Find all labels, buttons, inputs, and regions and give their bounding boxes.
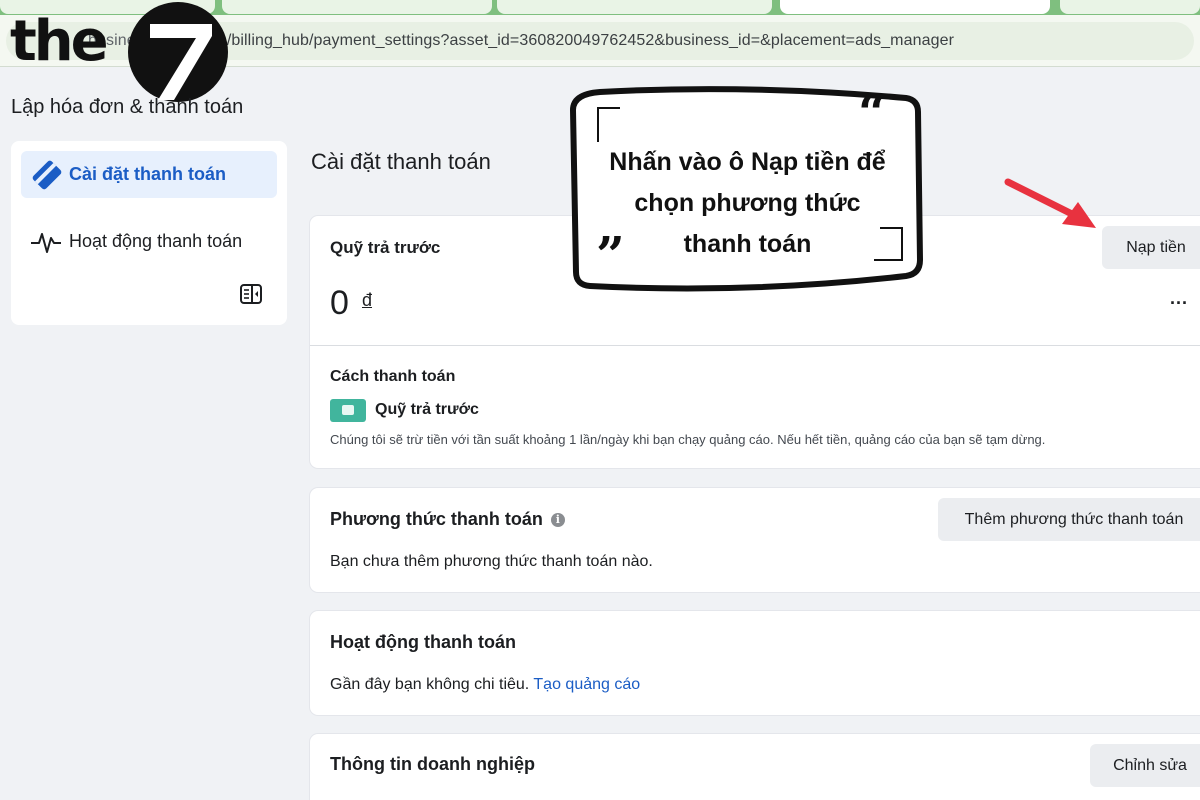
sidebar-toggle-icon[interactable]: [239, 283, 263, 305]
billing-sidebar: Cài đặt thanh toán Hoạt động thanh toán: [11, 141, 287, 325]
payment-methods-title: Phương thức thanh toán i: [330, 509, 565, 530]
logo-text: the: [10, 9, 109, 74]
browser-tab[interactable]: [222, 0, 492, 14]
the7-logo: the: [10, 2, 230, 104]
sidebar-item-label: Cài đặt thanh toán: [69, 164, 226, 184]
more-options-button[interactable]: ...: [1170, 288, 1188, 309]
payment-activity-text: Gần đây bạn không chi tiêu. Tạo quảng cá…: [330, 676, 640, 694]
payment-method-name: Quỹ trả trước: [375, 401, 479, 418]
browser-tab[interactable]: [497, 0, 772, 14]
payment-activity-title: Hoạt động thanh toán: [330, 632, 516, 652]
sidebar-item-label: Hoạt động thanh toán: [69, 231, 243, 251]
callout-text: Nhấn vào ô Nạp tiền để chọn phương thức …: [580, 142, 915, 264]
prepaid-funds-title: Quỹ trả trước: [330, 238, 441, 257]
sidebar-item-payment-activity[interactable]: Hoạt động thanh toán: [21, 218, 277, 265]
credit-card-icon: [29, 160, 67, 190]
no-spend-text: Gần đây bạn không chi tiêu.: [330, 676, 530, 693]
main-title: Cài đặt thanh toán: [311, 149, 491, 174]
balance-currency: đ: [362, 290, 373, 310]
payment-method-label: Cách thanh toán: [330, 368, 456, 385]
business-info-title: Thông tin doanh nghiệp: [330, 754, 535, 774]
activity-pulse-icon: [29, 227, 67, 257]
payment-activity-card: Hoạt động thanh toán Gần đây bạn không c…: [310, 611, 1200, 715]
edit-button[interactable]: Chỉnh sửa: [1090, 744, 1200, 787]
add-payment-method-button[interactable]: Thêm phương thức thanh toán: [938, 498, 1200, 541]
open-quote-mark: “: [858, 83, 887, 142]
browser-tab[interactable]: [1060, 0, 1200, 14]
balance-value: 0: [330, 284, 349, 322]
url-path: .com/billing_hub/payment_settings?asset_…: [191, 32, 955, 49]
info-icon[interactable]: i: [550, 513, 565, 527]
payment-method-description: Chúng tôi sẽ trừ tiền với tần suất khoản…: [330, 432, 1046, 447]
logo-seven-badge: [128, 2, 228, 102]
divider: [310, 345, 1200, 346]
sidebar-item-payment-settings[interactable]: Cài đặt thanh toán: [21, 151, 277, 198]
callout-line: thanh toán: [683, 229, 812, 258]
payment-methods-card: Phương thức thanh toán i Thêm phương thức…: [310, 488, 1200, 592]
callout-line: Nhấn vào ô Nạp tiền để: [609, 148, 886, 176]
create-ad-link[interactable]: Tạo quảng cáo: [533, 676, 640, 693]
payment-methods-title-text: Phương thức thanh toán: [330, 509, 543, 529]
no-payment-method-text: Bạn chưa thêm phương thức thanh toán nào…: [330, 553, 653, 570]
wallet-icon: [330, 399, 366, 422]
add-funds-button[interactable]: Nạp tiền: [1102, 226, 1200, 269]
business-info-card: Thông tin doanh nghiệp Chỉnh sửa: [310, 734, 1200, 800]
page-title: Lập hóa đơn & thanh toán: [11, 96, 244, 118]
red-arrow-annotation: [1000, 172, 1110, 242]
browser-tab-active[interactable]: [780, 0, 1050, 14]
callout-line: chọn phương thức: [634, 188, 861, 217]
